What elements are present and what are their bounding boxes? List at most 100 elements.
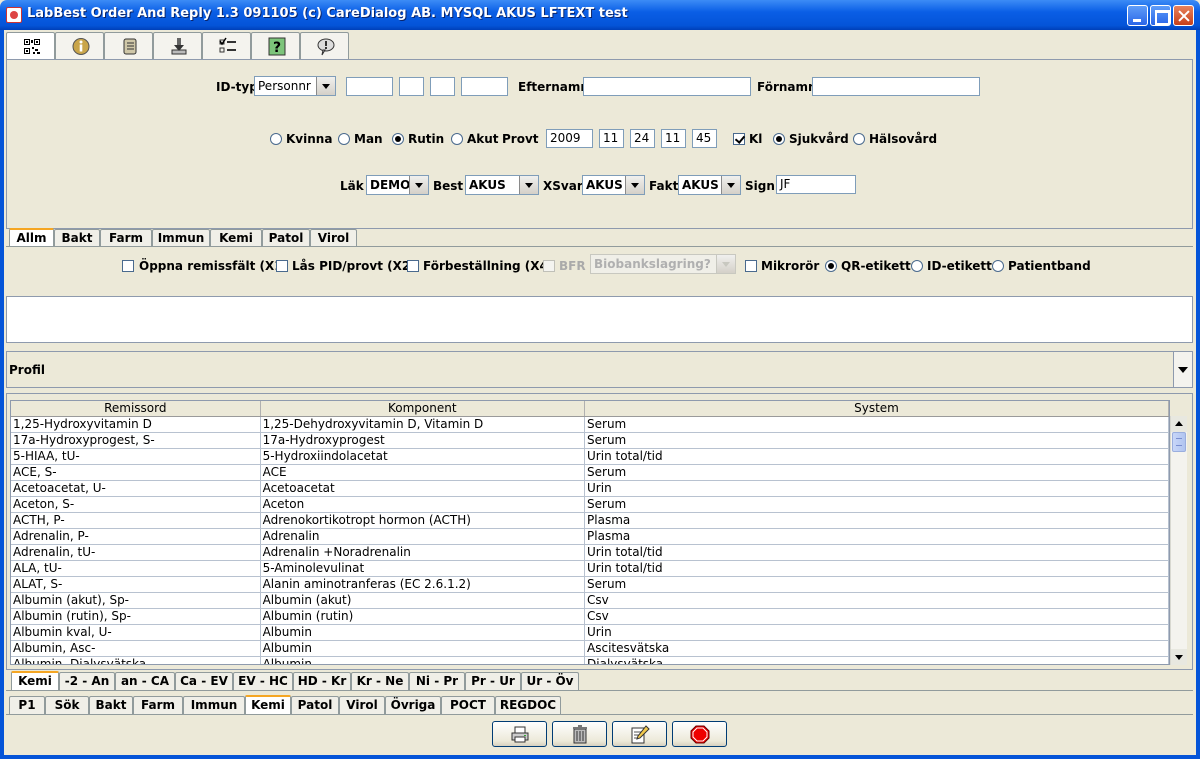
table-row[interactable]: ACTH, P- Adrenokortikotropt hormon (ACTH)… [11,513,1169,529]
id-part-4-field[interactable] [461,77,508,96]
mikroror-checkbox[interactable] [745,260,757,272]
range-tab-7[interactable]: Ni - Pr [409,672,465,690]
tab-scroll[interactable] [104,32,153,59]
fornamn-field[interactable] [812,77,980,96]
bottom-tab-0[interactable]: P1 [9,696,45,714]
qr-etikett-radio[interactable] [825,260,837,272]
scroll-down-icon[interactable] [1171,649,1187,665]
remiss-text-area[interactable] [6,296,1193,343]
efternamn-field[interactable] [583,77,751,96]
kvinna-radio[interactable] [270,133,282,145]
table-row[interactable]: Albumin kval, U- Albumin Urin [11,625,1169,641]
akut-radio[interactable] [451,133,463,145]
sjukvard-radio[interactable] [773,133,785,145]
id-type-select[interactable]: Personnr [254,76,336,96]
scroll-up-icon[interactable] [1171,416,1187,432]
table-row[interactable]: ACE, S- ACE Serum [11,465,1169,481]
forbestallning-checkbox[interactable] [407,260,419,272]
table-row[interactable]: Albumin, Dialysvätska- Albumin Dialysvätsk… [11,657,1169,664]
bottom-tab-8[interactable]: Övriga [385,696,441,714]
table-row[interactable]: Acetoacetat, U- Acetoacetat Urin [11,481,1169,497]
oppna-remissfalt-checkbox[interactable] [122,260,134,272]
header-remissord[interactable]: Remissord [11,401,261,416]
bottom-tab-2[interactable]: Bakt [89,696,133,714]
table-row[interactable]: Adrenalin, P- Adrenalin Plasma [11,529,1169,545]
biobank-select: Biobankslagring? [590,254,736,274]
table-row[interactable]: Albumin (rutin), Sp- Albumin (rutin) Csv [11,609,1169,625]
tab-virol[interactable]: Virol [310,229,357,247]
table-row[interactable]: 1,25-Hydroxyvitamin D 1,25-Dehydroxyvitam… [11,417,1169,433]
profile-select[interactable]: Profil [6,351,1193,388]
range-tab-2[interactable]: an - CA [115,672,175,690]
best-select[interactable]: AKUS [465,175,539,195]
print-button[interactable] [492,721,547,747]
maximize-button[interactable] [1150,5,1171,26]
bottom-tab-9[interactable]: POCT [441,696,495,714]
man-radio[interactable] [338,133,350,145]
range-tab-3[interactable]: Ca - EV [175,672,233,690]
tab-help[interactable]: ? [251,32,300,59]
minimize-button[interactable] [1127,5,1148,26]
range-tab-0[interactable]: Kemi [11,671,59,690]
bottom-tab-10[interactable]: REGDOC [495,696,561,714]
lak-select[interactable]: DEMO [366,175,429,195]
patientband-radio[interactable] [992,260,1004,272]
header-system[interactable]: System [585,401,1169,416]
xsvar-select[interactable]: AKUS [582,175,645,195]
range-tab-5[interactable]: HD - Kr [293,672,351,690]
tab-immun[interactable]: Immun [152,229,210,247]
range-tab-9[interactable]: Ur - Öv [521,672,579,690]
tab-farm[interactable]: Farm [100,229,152,247]
tab-allm[interactable]: Allm [9,228,54,247]
tab-bakt[interactable]: Bakt [54,229,100,247]
halsovard-radio[interactable] [853,133,865,145]
bottom-tab-1[interactable]: Sök [45,696,89,714]
table-row[interactable]: ALA, tU- 5-Aminolevulinat Urin total/tid [11,561,1169,577]
header-komponent[interactable]: Komponent [261,401,585,416]
month-field[interactable]: 11 [599,129,624,148]
tab-order[interactable] [6,32,55,60]
scroll-thumb[interactable] [1172,432,1186,452]
table-row[interactable]: Albumin (akut), Sp- Albumin (akut) Csv [11,593,1169,609]
tab-info[interactable] [55,32,104,59]
range-tab-1[interactable]: -2 - An [59,672,115,690]
stop-button[interactable] [672,721,727,747]
cell-system: Csv [585,593,1169,608]
minute-field[interactable]: 45 [692,129,717,148]
table-row[interactable]: 17a-Hydroxyprogest, S- 17a-Hydroxyprogest… [11,433,1169,449]
year-field[interactable]: 2009 [546,129,593,148]
id-etikett-radio[interactable] [911,260,923,272]
table-row[interactable]: Aceton, S- Aceton Serum [11,497,1169,513]
bottom-tab-5[interactable]: Kemi [245,695,291,714]
edit-button[interactable] [612,721,667,747]
table-row[interactable]: ALAT, S- Alanin aminotranferas (EC 2.6.1.… [11,577,1169,593]
range-tab-4[interactable]: EV - HC [233,672,293,690]
tab-chat[interactable] [300,32,349,59]
tab-kemi[interactable]: Kemi [210,229,262,247]
fakt-select[interactable]: AKUS [678,175,741,195]
tab-patol[interactable]: Patol [262,229,310,247]
las-pid-checkbox[interactable] [276,260,288,272]
tab-download[interactable] [153,32,202,59]
id-part-3-field[interactable] [430,77,455,96]
range-tab-6[interactable]: Kr - Ne [351,672,409,690]
day-field[interactable]: 24 [630,129,655,148]
table-row[interactable]: Adrenalin, tU- Adrenalin +Noradrenalin Uri… [11,545,1169,561]
rutin-radio[interactable] [392,133,404,145]
table-scrollbar[interactable] [1170,416,1187,665]
delete-button[interactable] [552,721,607,747]
tab-checklist[interactable] [202,32,251,59]
close-button[interactable] [1173,5,1194,26]
table-row[interactable]: 5-HIAA, tU- 5-Hydroxiindolacetat Urin tota… [11,449,1169,465]
id-part-2-field[interactable] [399,77,424,96]
id-part-1-field[interactable] [346,77,393,96]
bottom-tab-6[interactable]: Patol [291,696,339,714]
sign-field[interactable]: JF [776,175,856,194]
bottom-tab-4[interactable]: Immun [183,696,245,714]
range-tab-8[interactable]: Pr - Ur [465,672,521,690]
bottom-tab-7[interactable]: Virol [339,696,385,714]
table-row[interactable]: Albumin, Asc- Albumin Ascitesvätska [11,641,1169,657]
kl-checkbox[interactable] [733,133,745,145]
bottom-tab-3[interactable]: Farm [133,696,183,714]
hour-field[interactable]: 11 [661,129,686,148]
